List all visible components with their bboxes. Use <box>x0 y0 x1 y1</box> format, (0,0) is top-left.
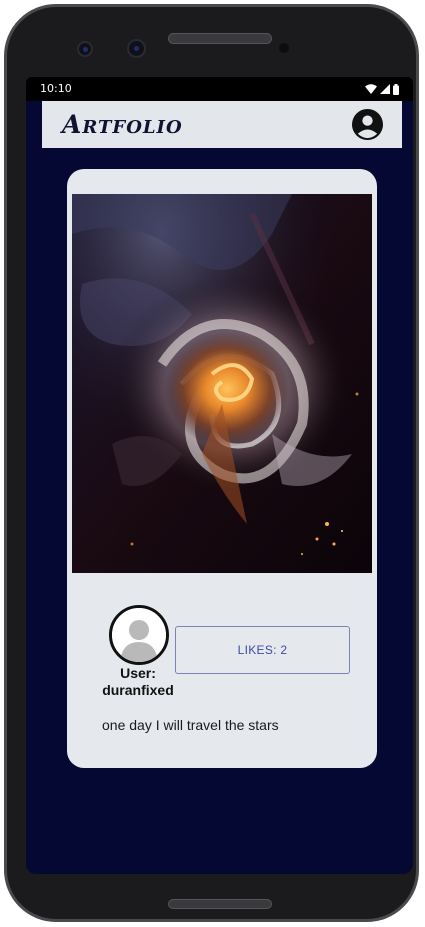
front-camera-secondary <box>127 39 146 58</box>
battery-icon <box>393 83 399 95</box>
phone-frame: 10:10 Artfolio User: duranfixed LIKES: 2… <box>4 4 419 922</box>
wifi-icon <box>365 84 377 94</box>
earpiece-speaker <box>168 33 272 44</box>
status-icons <box>365 83 399 95</box>
user-avatar[interactable] <box>109 605 169 665</box>
proximity-sensor <box>279 43 289 53</box>
account-circle-icon[interactable] <box>352 109 383 140</box>
signal-icon <box>380 84 390 94</box>
front-camera <box>77 41 93 57</box>
status-time: 10:10 <box>40 82 72 95</box>
app-screen: 10:10 Artfolio User: duranfixed LIKES: 2… <box>26 77 413 874</box>
username: duranfixed <box>102 682 174 698</box>
likes-button[interactable]: LIKES: 2 <box>175 626 350 674</box>
post-card[interactable]: User: duranfixed LIKES: 2 one day I will… <box>67 169 377 768</box>
bottom-speaker <box>168 899 272 909</box>
post-caption: one day I will travel the stars <box>102 717 279 733</box>
app-title: Artfolio <box>62 110 183 139</box>
status-bar: 10:10 <box>26 77 413 101</box>
artwork-image[interactable] <box>72 194 372 573</box>
app-bar: Artfolio <box>42 101 402 148</box>
